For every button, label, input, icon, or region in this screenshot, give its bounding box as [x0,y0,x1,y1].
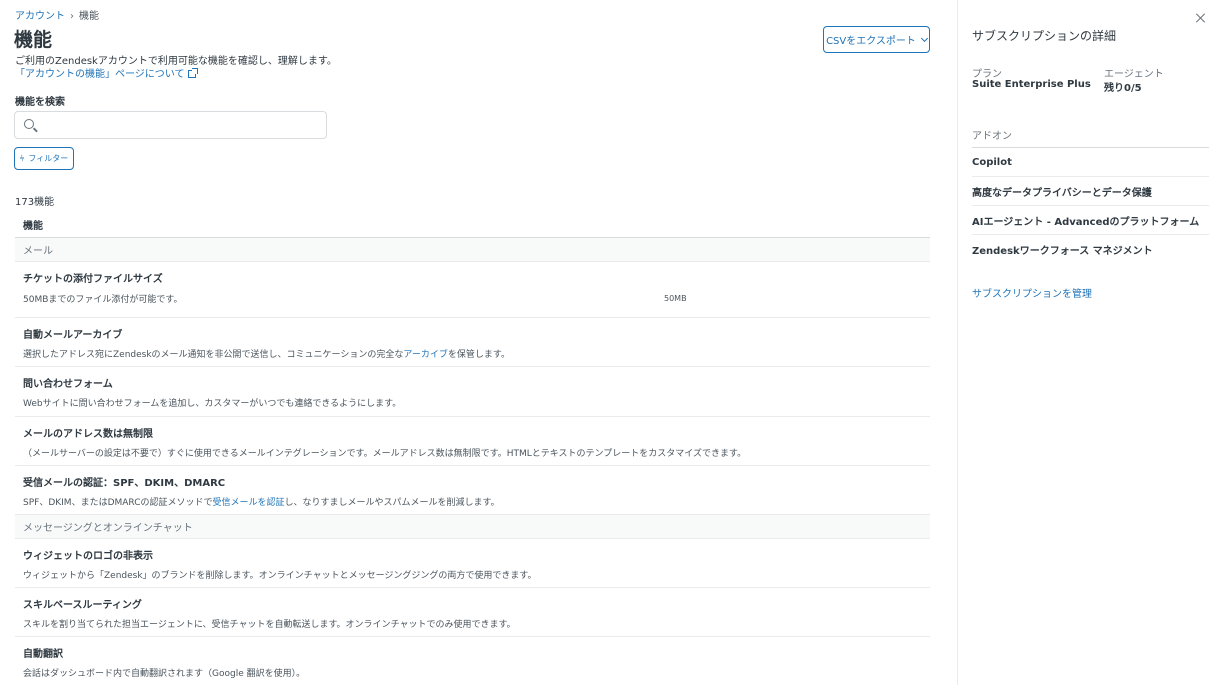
export-csv-button[interactable]: CSVをエクスポート [823,26,930,53]
search-input[interactable] [43,116,321,135]
search-icon [24,119,34,129]
feature-name: スキルベースルーティング [23,600,142,611]
filter-button-label: フィルター [28,154,69,163]
feature-description: ウィジェットから「Zendesk」のブランドを削除します。オンラインチャットとメ… [23,571,537,581]
feature-description: スキルを割り当てられた担当エージェントに、受信チャットを自動転送します。オンライ… [23,620,516,630]
external-link-icon [187,68,198,78]
archive-link[interactable]: アーカイブ [403,350,447,360]
feature-description-text: 選択したアドレス宛にZendeskのメール通知を非公開で送信し、コミュニケーショ… [23,350,404,360]
group-header-email: メール [15,238,930,262]
feature-description: SPF、DKIM、またはDMARCの認証メソッドで受信メールを認証し、なりすまし… [23,495,500,508]
addon-item: Copilot [972,148,1209,177]
addon-item: Zendeskワークフォース マネジメント [972,246,1153,257]
agent-value: 残り0/5 [1104,83,1142,94]
feature-value: 50MB [664,294,687,303]
addon-item: AIエージェント - Advancedのプラットフォーム [972,206,1209,235]
about-features-link-label: 「アカウントの機能」ページについて [15,69,185,80]
about-features-link[interactable]: 「アカウントの機能」ページについて [15,65,198,80]
breadcrumb-account-link[interactable]: アカウント [15,11,65,22]
table-row: メールのアドレス数は無制限 （メールサーバーの設定は不要で）すぐに使用できるメー… [15,417,930,466]
authenticate-inbound-email-link[interactable]: 受信メールを認証 [213,498,285,508]
feature-description-text: し、なりすましメールやスパムメールを削減します。 [284,498,500,508]
table-row: 自動翻訳 会話はダッシュボード内で自動翻訳されます（Google 翻訳を使用）。 [15,637,930,685]
table-row: 受信メールの認証：SPF、DKIM、DMARC SPF、DKIM、またはDMAR… [15,466,930,515]
addon-item: 高度なデータプライバシーとデータ保護 [972,177,1209,206]
table-row: 問い合わせフォーム Webサイトに問い合わせフォームを追加し、カスタマーがいつで… [15,367,930,417]
manage-subscription-link[interactable]: サブスクリプションを管理 [972,285,1092,300]
subscription-details-panel: サブスクリプションの詳細 プラン Suite Enterprise Plus エ… [957,0,1219,685]
addons-label: アドオン [972,131,1012,142]
search-box[interactable] [14,111,327,139]
breadcrumb: アカウント › 機能 [15,7,99,22]
search-label: 機能を検索 [15,97,65,108]
feature-name: ウィジェットのロゴの非表示 [23,551,153,562]
filter-sliders-icon: ⫩ [19,153,25,163]
feature-name: 自動メールアーカイブ [23,330,123,341]
plan-value: Suite Enterprise Plus [972,79,1091,90]
main-content: アカウント › 機能 機能 ご利用のZendeskアカウントで利用可能な機能を確認し… [0,0,957,685]
panel-title: サブスクリプションの詳細 [972,29,1117,43]
feature-description: 50MBまでのファイル添付が可能です。 [23,295,183,305]
feature-name: チケットの添付ファイルサイズ [23,274,163,285]
addon-list: Copilot 高度なデータプライバシーとデータ保護 AIエージェント - Ad… [972,147,1209,264]
feature-count: 173機能 [15,197,55,208]
feature-name: メールのアドレス数は無制限 [23,429,153,440]
table-header-feature: 機能 [15,212,930,238]
group-header-messaging: メッセージングとオンラインチャット [15,515,930,539]
table-row: チケットの添付ファイルサイズ 50MBまでのファイル添付が可能です。 50MB [15,262,930,318]
plan-label: プラン [972,69,1002,80]
table-row: ウィジェットのロゴの非表示 ウィジェットから「Zendesk」のブランドを削除し… [15,539,930,588]
export-csv-label: CSVをエクスポート [826,36,916,47]
agent-label: エージェント [1104,69,1164,80]
table-row: スキルベースルーティング スキルを割り当てられた担当エージェントに、受信チャット… [15,588,930,637]
close-icon[interactable] [1195,12,1207,24]
feature-description: 会話はダッシュボード内で自動翻訳されます（Google 翻訳を使用）。 [23,669,306,679]
breadcrumb-separator: › [70,11,74,22]
page-title: 機能 [14,29,53,51]
table-row: 自動メールアーカイブ 選択したアドレス宛にZendeskのメール通知を非公開で送… [15,318,930,367]
chevron-down-icon [920,34,928,42]
feature-description: Webサイトに問い合わせフォームを追加し、カスタマーがいつでも連絡できるようにし… [23,399,402,409]
feature-description: （メールサーバーの設定は不要で）すぐに使用できるメールインテグレーションです。メ… [23,449,747,459]
feature-name: 自動翻訳 [23,649,63,660]
filter-button[interactable]: ⫩ フィルター [14,147,74,170]
features-table: 機能 メール チケットの添付ファイルサイズ 50MBまでのファイル添付が可能です… [15,212,930,685]
breadcrumb-current: 機能 [79,11,99,22]
feature-description-text: SPF、DKIM、またはDMARCの認証メソッドで [23,498,213,508]
feature-description-text: を保管します。 [447,350,510,360]
feature-name: 問い合わせフォーム [23,379,113,390]
feature-description: 選択したアドレス宛にZendeskのメール通知を非公開で送信し、コミュニケーショ… [23,347,510,360]
feature-name: 受信メールの認証：SPF、DKIM、DMARC [23,478,226,489]
